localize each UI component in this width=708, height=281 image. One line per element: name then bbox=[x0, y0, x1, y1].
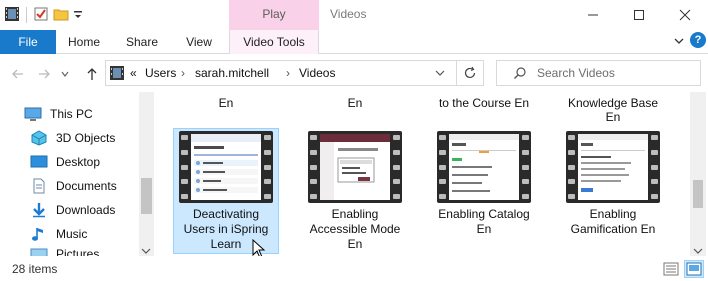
nav-pane-scroll-thumb[interactable] bbox=[141, 178, 152, 214]
address-dropdown-chevron-icon[interactable] bbox=[434, 67, 446, 82]
properties-icon[interactable] bbox=[33, 6, 49, 25]
file-label-partial[interactable]: to the Course En bbox=[424, 96, 544, 110]
video-location-icon bbox=[109, 65, 125, 84]
tab-file[interactable]: File bbox=[0, 30, 56, 54]
video-thumbnail bbox=[449, 134, 519, 200]
sidebar-item-desktop[interactable]: Desktop bbox=[30, 151, 100, 173]
video-thumbnail bbox=[578, 134, 648, 200]
sidebar-item-this-pc[interactable]: This PC bbox=[24, 103, 93, 125]
file-item-enabling-accessible-mode[interactable] bbox=[308, 131, 402, 203]
sidebar-item-downloads[interactable]: Downloads bbox=[30, 199, 115, 221]
breadcrumb-overflow[interactable]: « bbox=[130, 66, 137, 80]
search-icon bbox=[513, 66, 527, 83]
video-thumbnail bbox=[320, 134, 390, 200]
video-folder-icon bbox=[4, 6, 20, 25]
help-button[interactable]: ? bbox=[690, 32, 706, 48]
this-pc-icon bbox=[24, 106, 42, 122]
maximize-button[interactable] bbox=[616, 0, 662, 30]
file-label-partial[interactable]: En bbox=[295, 96, 415, 110]
file-item-enabling-catalog[interactable] bbox=[437, 131, 531, 203]
breadcrumb-videos[interactable]: Videos bbox=[299, 66, 335, 80]
downloads-icon bbox=[30, 202, 48, 218]
tab-video-tools[interactable]: Video Tools bbox=[229, 30, 319, 54]
sidebar-item-label: Music bbox=[56, 227, 88, 241]
file-item-label[interactable]: Enabling Catalog En bbox=[432, 207, 536, 237]
large-icons-view-button[interactable] bbox=[684, 260, 704, 278]
sidebar-item-label: 3D Objects bbox=[56, 131, 116, 145]
breadcrumb-separator-icon[interactable]: › bbox=[181, 66, 185, 80]
file-label-partial[interactable]: Knowledge Base En bbox=[553, 96, 673, 124]
search-placeholder: Search Videos bbox=[537, 66, 615, 80]
file-item-deactivating-users[interactable] bbox=[179, 131, 273, 203]
new-folder-icon[interactable] bbox=[53, 6, 69, 25]
window-title: Videos bbox=[330, 7, 367, 21]
sidebar-item-label: Downloads bbox=[56, 203, 116, 217]
sidebar-item-label: This PC bbox=[50, 107, 93, 121]
refresh-button[interactable] bbox=[456, 61, 483, 85]
breadcrumb-separator-icon[interactable]: › bbox=[286, 66, 290, 80]
breadcrumb-users[interactable]: Users bbox=[145, 66, 176, 80]
pictures-icon bbox=[30, 247, 48, 256]
sidebar-item-3d-objects[interactable]: 3D Objects bbox=[30, 127, 115, 149]
recent-locations-chevron-icon[interactable] bbox=[58, 64, 72, 84]
tab-home[interactable]: Home bbox=[60, 30, 108, 54]
status-bar bbox=[0, 256, 708, 281]
content-scrollbar[interactable] bbox=[690, 92, 706, 256]
sidebar-item-label: Documents bbox=[56, 179, 117, 193]
back-button[interactable] bbox=[8, 64, 28, 84]
sidebar-item-label: Pictures bbox=[56, 247, 100, 256]
close-button[interactable] bbox=[662, 0, 708, 30]
nav-pane-scrollbar[interactable] bbox=[139, 92, 154, 256]
minimize-button[interactable] bbox=[570, 0, 616, 30]
item-count: 28 items bbox=[12, 262, 58, 276]
file-label-partial[interactable]: En bbox=[166, 96, 286, 110]
qat-customize-icon[interactable] bbox=[73, 6, 83, 25]
sidebar-item-documents[interactable]: Documents bbox=[30, 175, 117, 197]
tab-share[interactable]: Share bbox=[118, 30, 166, 54]
qat-separator bbox=[26, 7, 27, 23]
forward-button[interactable] bbox=[34, 64, 54, 84]
breadcrumb-sarah-mitchell[interactable]: sarah.mitchell bbox=[195, 66, 269, 80]
file-item-label[interactable]: Enabling Gamification En bbox=[561, 207, 665, 237]
up-button[interactable] bbox=[82, 64, 102, 84]
file-item-label[interactable]: Enabling Accessible Mode En bbox=[303, 207, 407, 252]
sidebar-item-label: Desktop bbox=[56, 155, 101, 169]
desktop-icon bbox=[30, 154, 48, 170]
documents-icon bbox=[30, 178, 48, 194]
3d-objects-icon bbox=[30, 130, 48, 146]
video-thumbnail bbox=[191, 134, 261, 200]
sidebar-item-pictures[interactable]: Pictures bbox=[30, 247, 99, 256]
details-view-button[interactable] bbox=[661, 260, 681, 278]
file-item-enabling-gamification[interactable] bbox=[566, 131, 660, 203]
content-scroll-thumb[interactable] bbox=[693, 180, 703, 208]
sidebar-item-music[interactable]: Music bbox=[30, 223, 87, 245]
expand-ribbon-icon[interactable] bbox=[671, 33, 687, 49]
contextual-tab-group-label: Play bbox=[262, 7, 286, 21]
tab-view[interactable]: View bbox=[176, 30, 222, 54]
music-icon bbox=[30, 226, 48, 242]
quick-access-toolbar bbox=[4, 4, 83, 26]
